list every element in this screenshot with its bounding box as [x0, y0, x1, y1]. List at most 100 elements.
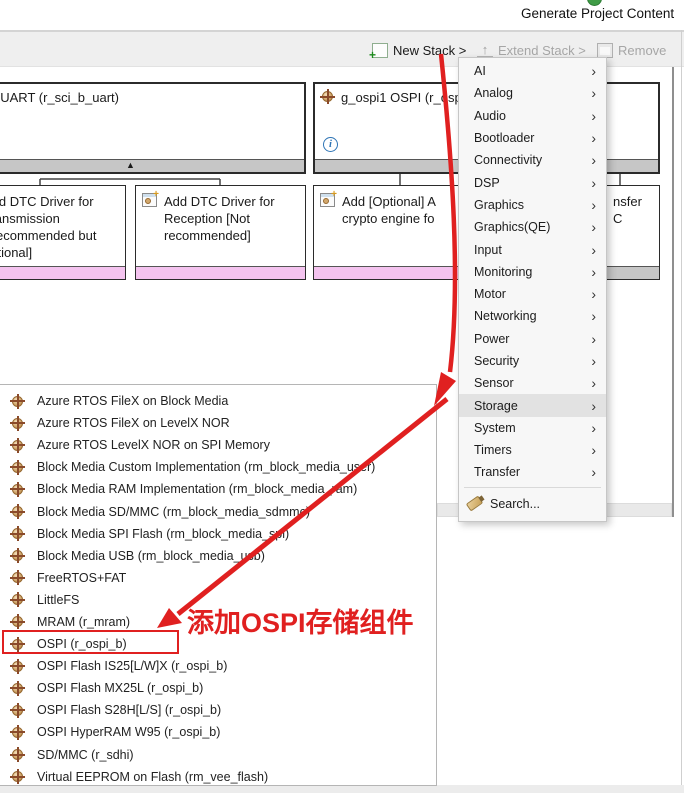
menu-item-label: Bootloader — [474, 131, 591, 145]
menu-item[interactable]: Networking › — [459, 305, 606, 327]
module-icon — [11, 704, 24, 717]
menu-item[interactable]: Timers › — [459, 439, 606, 461]
storage-list-item[interactable]: Azure RTOS LevelX NOR on SPI Memory — [0, 434, 436, 456]
remove-icon — [597, 43, 613, 58]
module-icon — [11, 726, 24, 739]
menu-item[interactable]: Graphics › — [459, 194, 606, 216]
menu-item-label: Motor — [474, 287, 591, 301]
storage-list-item-label: OSPI Flash IS25[L/W]X (r_ospi_b) — [37, 659, 227, 673]
menu-item[interactable]: Audio › — [459, 105, 606, 127]
menu-item-label: Analog — [474, 86, 591, 100]
menu-item-label: AI — [474, 64, 591, 78]
collapse-triangle-icon[interactable]: ▲ — [126, 159, 135, 171]
extend-stack-icon: ↑ — [477, 43, 493, 58]
menu-item[interactable]: Analog › — [459, 82, 606, 104]
submenu-arrow-icon: › — [591, 355, 596, 367]
menu-item[interactable]: Security › — [459, 350, 606, 372]
submenu-arrow-icon: › — [591, 221, 596, 233]
storage-list-item[interactable]: Azure RTOS FileX on Block Media — [0, 390, 436, 412]
storage-list-item[interactable]: OSPI HyperRAM W95 (r_ospi_b) — [0, 721, 436, 743]
menu-item[interactable]: Transfer › — [459, 461, 606, 483]
menu-item[interactable]: Sensor › — [459, 372, 606, 394]
add-dtc-rx-label: Add DTC Driver for Reception [Not recomm… — [164, 193, 298, 244]
window-edge — [681, 30, 682, 793]
generate-project-content-label[interactable]: Generate Project Content — [521, 6, 674, 21]
module-icon — [11, 505, 24, 518]
new-stack-label: New Stack > — [393, 43, 466, 58]
menu-item[interactable]: Graphics(QE) › — [459, 216, 606, 238]
module-icon — [11, 571, 24, 584]
add-stack-icon: + — [320, 193, 335, 207]
menu-item-label: Networking — [474, 309, 591, 323]
submenu-arrow-icon: › — [591, 154, 596, 166]
menu-item-label: Power — [474, 332, 591, 346]
storage-list-item-label: Azure RTOS FileX on LevelX NOR — [37, 416, 230, 430]
menu-item[interactable]: Power › — [459, 328, 606, 350]
storage-list-item[interactable]: SD/MMC (r_sdhi) — [0, 744, 436, 766]
module-icon — [321, 90, 334, 103]
submenu-arrow-icon: › — [591, 422, 596, 434]
add-dtc-tx-box[interactable]: Add DTC Driver for Transmission [Recomme… — [0, 185, 126, 280]
storage-list-item[interactable]: OSPI Flash MX25L (r_ospi_b) — [0, 677, 436, 699]
new-stack-menu: AI › Analog › Audio › Bootloader › Conne… — [458, 57, 607, 522]
storage-list-item-label: SD/MMC (r_sdhi) — [37, 748, 134, 762]
new-stack-icon: + — [372, 43, 388, 58]
menu-separator — [464, 487, 601, 488]
add-transfer-label-line1: nsfer — [613, 194, 642, 209]
menu-item[interactable]: DSP › — [459, 171, 606, 193]
menu-item-label: Monitoring — [474, 265, 591, 279]
module-icon — [11, 660, 24, 673]
add-dtc-tx-bar — [0, 266, 125, 279]
uart-stack-collapse-bar[interactable]: ▲ — [0, 159, 304, 172]
extend-stack-label: Extend Stack > — [498, 43, 586, 58]
uart-stack-label: uart8 UART (r_sci_b_uart) — [0, 90, 119, 105]
submenu-arrow-icon: › — [591, 244, 596, 256]
menu-item[interactable]: AI › — [459, 60, 606, 82]
menu-item[interactable]: System › — [459, 417, 606, 439]
add-dtc-rx-bar — [136, 266, 305, 279]
module-icon — [11, 439, 24, 452]
module-icon — [11, 395, 24, 408]
storage-list-item[interactable]: Block Media RAM Implementation (rm_block… — [0, 478, 436, 500]
storage-list-item[interactable]: Block Media SD/MMC (rm_block_media_sdmmc… — [0, 500, 436, 522]
module-icon — [11, 770, 24, 783]
menu-item[interactable]: Monitoring › — [459, 261, 606, 283]
storage-list-item[interactable]: Virtual EEPROM on Flash (rm_vee_flash) — [0, 766, 436, 788]
menu-item-label: Audio — [474, 109, 591, 123]
storage-list-item[interactable]: Block Media Custom Implementation (rm_bl… — [0, 456, 436, 478]
storage-list-item[interactable]: Block Media USB (rm_block_media_usb) — [0, 545, 436, 567]
storage-list-item[interactable]: OSPI Flash IS25[L/W]X (r_ospi_b) — [0, 655, 436, 677]
menu-item-label: Graphics — [474, 198, 591, 212]
menu-item[interactable]: Storage › — [459, 394, 606, 416]
storage-list-item-label: MRAM (r_mram) — [37, 615, 130, 629]
storage-list-item[interactable]: Azure RTOS FileX on LevelX NOR — [0, 412, 436, 434]
submenu-arrow-icon: › — [591, 199, 596, 211]
storage-list-item[interactable]: LittleFS — [0, 589, 436, 611]
storage-list-item[interactable]: Block Media SPI Flash (rm_block_media_sp… — [0, 523, 436, 545]
new-stack-button[interactable]: + New Stack > — [372, 41, 466, 59]
submenu-arrow-icon: › — [591, 266, 596, 278]
info-icon[interactable]: i — [323, 137, 338, 152]
remove-label: Remove — [618, 43, 666, 58]
menu-item[interactable]: Bootloader › — [459, 127, 606, 149]
diagram-pane-border — [672, 67, 674, 517]
module-icon — [11, 417, 24, 430]
storage-list-item[interactable]: MRAM (r_mram) — [0, 611, 436, 633]
add-dtc-rx-box[interactable]: + Add DTC Driver for Reception [Not reco… — [135, 185, 306, 280]
add-transfer-label-line2: C — [613, 211, 622, 226]
storage-list-item-label: Block Media RAM Implementation (rm_block… — [37, 482, 357, 496]
uart-stack-box[interactable]: uart8 UART (r_sci_b_uart) ▲ — [0, 82, 306, 174]
storage-list-item-label: OSPI Flash S28H[L/S] (r_ospi_b) — [37, 703, 221, 717]
menu-item-search[interactable]: Search... — [459, 491, 606, 517]
storage-list-item-label: OSPI (r_ospi_b) — [37, 637, 127, 651]
remove-button[interactable]: Remove — [597, 41, 666, 59]
menu-item[interactable]: Connectivity › — [459, 149, 606, 171]
storage-list-item[interactable]: FreeRTOS+FAT — [0, 567, 436, 589]
module-icon — [11, 593, 24, 606]
menu-item[interactable]: Input › — [459, 238, 606, 260]
menu-item-label: Input — [474, 243, 591, 257]
submenu-arrow-icon: › — [591, 177, 596, 189]
menu-item[interactable]: Motor › — [459, 283, 606, 305]
storage-list-item[interactable]: OSPI (r_ospi_b) — [0, 633, 436, 655]
storage-list-item[interactable]: OSPI Flash S28H[L/S] (r_ospi_b) — [0, 699, 436, 721]
